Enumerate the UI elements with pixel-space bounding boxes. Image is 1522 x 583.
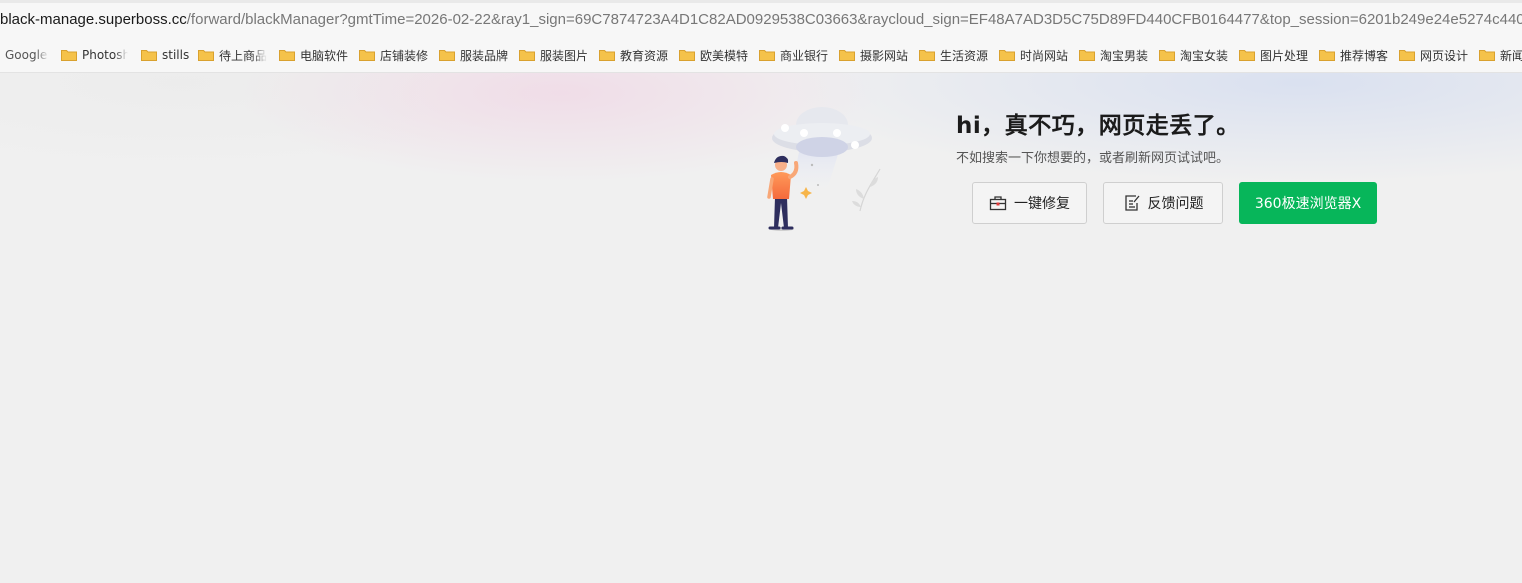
bookmark-label: Photosh	[82, 48, 128, 62]
folder-icon	[439, 50, 455, 61]
bookmark-folder-blogs[interactable]: 推荐博客	[1319, 38, 1388, 72]
bookmark-label: 摄影网站	[860, 48, 909, 63]
bookmark-folder-taobao-women[interactable]: 淘宝女装	[1159, 38, 1228, 72]
bookmark-label: 电脑软件	[300, 48, 349, 63]
bookmark-label: stills	[162, 48, 190, 62]
bookmark-label: 网页设计	[1420, 48, 1469, 63]
bookmark-label: 服装图片	[540, 48, 589, 63]
repair-label: 一键修复	[1014, 196, 1070, 212]
bookmark-folder-image-processing[interactable]: 图片处理	[1239, 38, 1308, 72]
toolbox-icon	[989, 196, 1007, 211]
bookmark-label: 图片处理	[1260, 48, 1309, 63]
url-text[interactable]: black-manage.superboss.cc/forward/blackM…	[0, 10, 1522, 30]
folder-icon	[1319, 50, 1335, 61]
folder-icon	[999, 50, 1015, 61]
folder-icon	[1079, 50, 1095, 61]
bookmark-folder-models[interactable]: 欧美模特	[679, 38, 748, 72]
bookmark-folder-clothing-brands[interactable]: 服装品牌	[439, 38, 508, 72]
bookmark-folder-clothing-pictures[interactable]: 服装图片	[519, 38, 588, 72]
folder-icon	[519, 50, 535, 61]
error-subtitle: 不如搜索一下你想要的，或者刷新网页试试吧。	[956, 151, 1230, 166]
bookmark-label: 店铺装修	[380, 48, 429, 63]
one-click-repair-button[interactable]: 一键修复	[972, 182, 1087, 224]
folder-icon	[141, 50, 157, 61]
bookmark-folder-life-resources[interactable]: 生活资源	[919, 38, 988, 72]
bookmark-label: 教育资源	[620, 48, 669, 63]
bookmark-folder-shop-decoration[interactable]: 店铺装修	[359, 38, 428, 72]
bookmark-label: 商业银行	[780, 48, 829, 63]
bookmark-google[interactable]: Google	[5, 38, 49, 72]
address-bar[interactable]: black-manage.superboss.cc/forward/blackM…	[0, 0, 1522, 38]
folder-icon	[679, 50, 695, 61]
bookmark-label: 推荐博客	[1340, 48, 1389, 63]
tab-strip-edge	[0, 0, 1522, 3]
folder-icon	[599, 50, 615, 61]
bookmark-folder-taobao-men[interactable]: 淘宝男装	[1079, 38, 1148, 72]
folder-icon	[919, 50, 935, 61]
bookmark-label: 欧美模特	[700, 48, 749, 63]
download-360-browser-button[interactable]: 360极速浏览器X	[1239, 182, 1377, 224]
folder-icon	[61, 50, 77, 61]
bookmark-folder-banks[interactable]: 商业银行	[759, 38, 828, 72]
bookmark-folder-education[interactable]: 教育资源	[599, 38, 668, 72]
bookmark-label: Google	[5, 48, 48, 62]
folder-icon	[759, 50, 775, 61]
folder-icon	[1399, 50, 1415, 61]
bookmark-folder-photoshop[interactable]: Photosh	[61, 38, 128, 72]
bookmark-folder-photography[interactable]: 摄影网站	[839, 38, 908, 72]
folder-icon	[359, 50, 375, 61]
bookmark-label: 淘宝女装	[1180, 48, 1229, 63]
folder-icon	[198, 50, 214, 61]
folder-icon	[1239, 50, 1255, 61]
bookmark-folder-stills[interactable]: stills	[141, 38, 189, 72]
bookmark-label: 淘宝男装	[1100, 48, 1149, 63]
folder-icon	[839, 50, 855, 61]
url-path: /forward/blackManager?gmtTime=2026-02-22…	[186, 11, 1522, 28]
feedback-label: 反馈问题	[1147, 196, 1204, 212]
folder-icon	[1159, 50, 1175, 61]
bookmark-folder-news[interactable]: 新闻	[1479, 38, 1522, 72]
edit-note-icon	[1124, 195, 1139, 211]
error-title: hi，真不巧，网页走丢了。	[956, 113, 1240, 139]
bookmark-label: 新闻	[1500, 48, 1522, 63]
bookmark-label: 生活资源	[940, 48, 989, 63]
feedback-button[interactable]: 反馈问题	[1103, 182, 1223, 224]
bookmark-label: 时尚网站	[1020, 48, 1069, 63]
browser-label: 360极速浏览器X	[1254, 196, 1362, 212]
bookmark-label: 服装品牌	[460, 48, 509, 63]
bookmark-folder-fashion[interactable]: 时尚网站	[999, 38, 1068, 72]
folder-icon	[279, 50, 295, 61]
bookmark-folder-pending-products[interactable]: 待上商品	[198, 38, 267, 72]
bookmark-label: 待上商品	[219, 48, 267, 63]
bookmark-folder-web-design[interactable]: 网页设计	[1399, 38, 1468, 72]
error-page: hi，真不巧，网页走丢了。 不如搜索一下你想要的，或者刷新网页试试吧。 一键修复…	[0, 73, 1522, 583]
folder-icon	[1479, 50, 1495, 61]
bookmark-folder-pc-software[interactable]: 电脑软件	[279, 38, 348, 72]
bookmarks-bar: Google Photosh stills 待上商品 电脑软件 店铺装修 服装品…	[0, 38, 1522, 73]
url-host: black-manage.superboss.cc	[0, 11, 187, 28]
ufo-person-illustration	[767, 107, 881, 231]
